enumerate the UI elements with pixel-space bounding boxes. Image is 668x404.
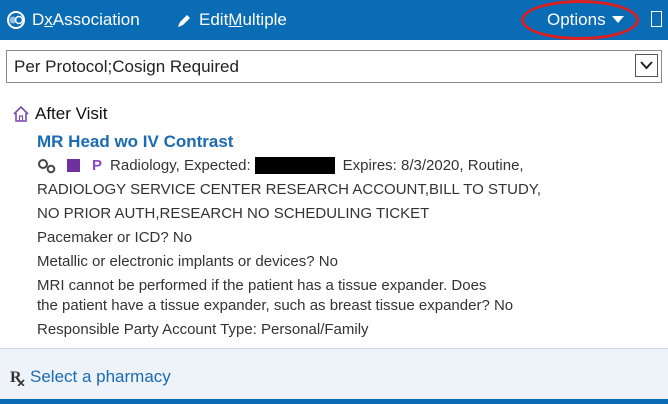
dx-association-button[interactable]: Dx Association (6, 0, 140, 40)
order-title-link[interactable]: MR Head wo IV Contrast (37, 132, 233, 152)
priority-letter: P (92, 157, 103, 174)
order-expires: Expires: 8/3/2020, Routine, (342, 157, 524, 174)
order-detail-line: P Radiology, Expected: Expires: 8/3/2020… (37, 157, 524, 174)
order-detail-line: NO PRIOR AUTH,RESEARCH NO SCHEDULING TIC… (37, 205, 430, 222)
order-detail-line: Pacemaker or ICD? No (37, 229, 193, 246)
redacted-block (254, 157, 335, 174)
order-detail-line: Metallic or electronic implants or devic… (37, 253, 338, 270)
order-detail-line: RADIOLOGY SERVICE CENTER RESEARCH ACCOUN… (37, 181, 542, 198)
select-pharmacy-link[interactable]: R Select a pharmacy (10, 367, 171, 387)
house-icon (12, 105, 30, 123)
section-title: After Visit (35, 104, 108, 123)
priority-square-icon (67, 159, 80, 172)
protocol-select-value: Per Protocol;Cosign Required (14, 57, 239, 76)
order-detail-line: Responsible Party Account Type: Personal… (37, 321, 369, 338)
bottom-bar (0, 399, 668, 404)
dx-association-icon (6, 10, 26, 30)
edit-label-prefix: Edit (199, 10, 229, 29)
edit-multiple-button[interactable]: Edit Multiple (176, 0, 287, 40)
edit-label-suffix: ultiple (242, 10, 287, 29)
order-detail-line: MRI cannot be performed if the patient h… (37, 277, 487, 294)
chevron-down-icon[interactable] (635, 54, 658, 77)
rx-icon: R (10, 368, 26, 386)
dx-label-suffix: Association (52, 10, 140, 29)
dx-label-prefix: D (32, 10, 45, 29)
pencil-icon (176, 12, 193, 29)
order-dept-expected: Radiology, Expected: (110, 157, 251, 174)
annotation-circle (521, 0, 639, 40)
toolbar: Dx Association Edit Multiple Options (0, 0, 668, 40)
protocol-select[interactable]: Per Protocol;Cosign Required (6, 50, 662, 83)
pharmacy-link-label: Select a pharmacy (30, 367, 171, 386)
footer: R Select a pharmacy (0, 348, 668, 404)
panel-toggle-button[interactable] (651, 11, 662, 27)
gears-icon (37, 158, 57, 174)
order-detail-line: the patient have a tissue expander, such… (37, 297, 514, 314)
section-header: After Visit (12, 104, 107, 124)
dx-label-accel: x (44, 10, 53, 29)
edit-label-accel: M (228, 10, 243, 29)
